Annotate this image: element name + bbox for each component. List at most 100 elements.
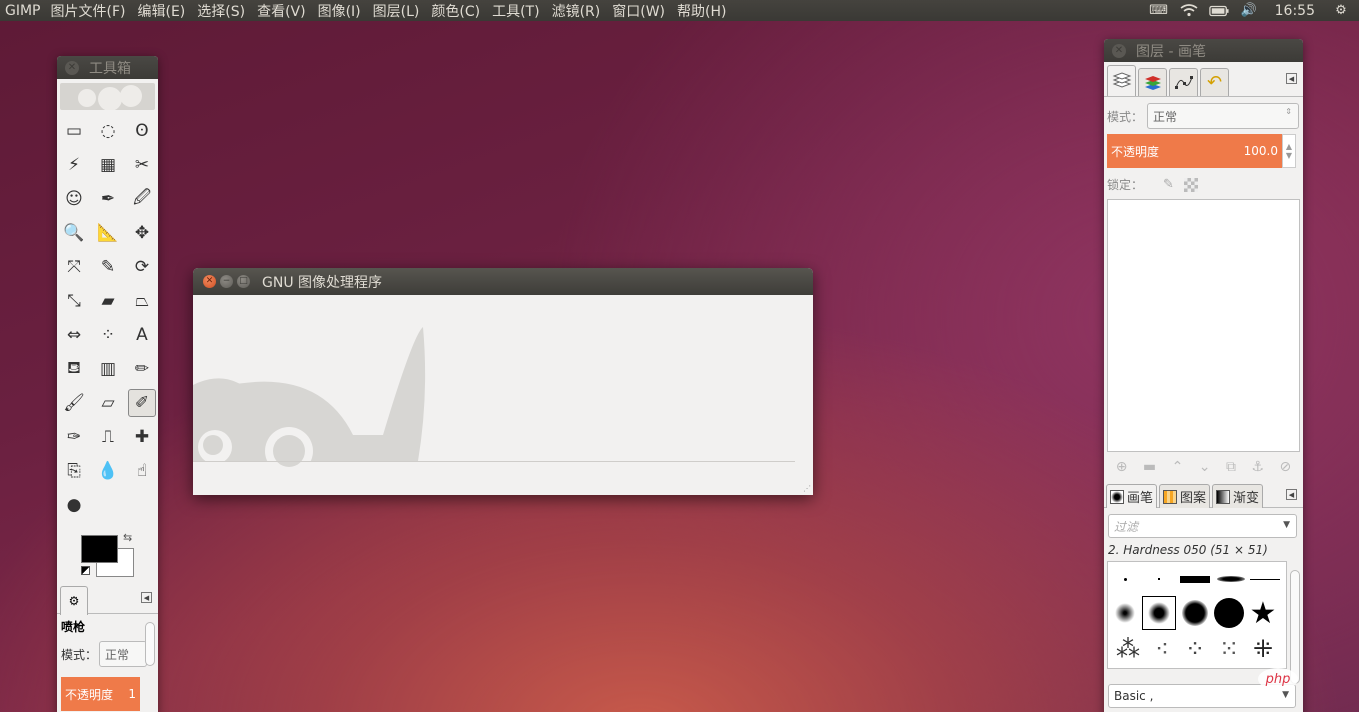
new-layer-icon[interactable]: ⊕	[1116, 459, 1128, 475]
tab-brushes[interactable]: 画笔	[1106, 484, 1158, 508]
menu-item-8[interactable]: 滤镜(R)	[546, 1, 607, 21]
crop-tool-icon[interactable]: ✎	[94, 253, 122, 281]
move-tool-icon[interactable]: ✥	[128, 219, 156, 247]
paintbrush-tool-icon[interactable]: 🖌	[60, 389, 88, 417]
blur-sharpen-tool-icon[interactable]: 💧	[94, 457, 122, 485]
clock[interactable]: 16:55	[1269, 3, 1321, 19]
shear-tool-icon[interactable]: ▰	[94, 287, 122, 315]
dodge-burn-tool-icon[interactable]: ●	[60, 491, 88, 519]
resize-grip-icon[interactable]: ⋰	[803, 484, 811, 493]
separator	[193, 461, 795, 462]
fuzzy-select-tool-icon[interactable]: ⚡	[60, 151, 88, 179]
smudge-tool-icon[interactable]: ☝	[128, 457, 156, 485]
layer-mode-select[interactable]: 正常 ⇕	[1147, 103, 1299, 129]
scissors-select-tool-icon[interactable]: ✂	[128, 151, 156, 179]
close-icon[interactable]: ✕	[1112, 43, 1126, 58]
measure-tool-icon[interactable]: 📐	[94, 219, 122, 247]
cage-transform-tool-icon[interactable]: ⁘	[94, 321, 122, 349]
brush-grid[interactable]: ★ ⁂ ⁖ ⁘ ⁙ ⁜	[1107, 561, 1287, 669]
opacity-slider[interactable]: 不透明度 1	[61, 677, 140, 711]
lock-alpha-icon[interactable]	[1183, 177, 1198, 192]
bucket-fill-tool-icon[interactable]: ⛾	[60, 355, 88, 383]
clone-tool-icon[interactable]: ⎍	[94, 423, 122, 451]
mode-select[interactable]: 正常	[99, 641, 148, 667]
new-group-icon[interactable]: ▬	[1143, 459, 1156, 475]
layer-opacity-slider[interactable]: 不透明度 100.0	[1107, 134, 1282, 168]
align-tool-icon[interactable]: ⤧	[60, 253, 88, 281]
menu-item-6[interactable]: 颜色(C)	[425, 1, 486, 21]
filter-input[interactable]: 过滤 ▼	[1108, 514, 1297, 538]
free-select-tool-icon[interactable]: ʘ	[128, 117, 156, 145]
swap-colors-icon[interactable]: ⇆	[123, 531, 132, 544]
rect-select-tool-icon[interactable]: ▭	[60, 117, 88, 145]
menu-item-10[interactable]: 帮助(H)	[671, 1, 732, 21]
menu-item-5[interactable]: 图层(L)	[367, 1, 426, 21]
flip-tool-icon[interactable]: ⇔	[60, 321, 88, 349]
foreground-select-tool-icon[interactable]: ☺	[60, 185, 88, 213]
zoom-tool-icon[interactable]: 🔍	[60, 219, 88, 247]
gear-icon[interactable]: ⚙	[1331, 3, 1351, 18]
rotate-tool-icon[interactable]: ⟳	[128, 253, 156, 281]
opacity-spin-button[interactable]: ▲ ▼	[1282, 134, 1296, 168]
tab-patterns[interactable]: 图案	[1159, 484, 1211, 508]
app-name[interactable]: GIMP	[0, 3, 45, 19]
layers-tab-icon[interactable]	[1107, 65, 1136, 96]
layer-list[interactable]	[1107, 199, 1300, 452]
default-colors-icon[interactable]	[81, 566, 90, 575]
wifi-icon[interactable]	[1179, 4, 1199, 18]
perspective-clone-tool-icon[interactable]: ⎘	[60, 457, 88, 485]
lower-layer-icon[interactable]: ⌄	[1199, 459, 1211, 475]
tab-menu-icon[interactable]: ◀	[141, 592, 152, 603]
menu-bar: 图片文件(F) 编辑(E) 选择(S) 查看(V) 图像(I) 图层(L) 颜色(C) 工具(…	[45, 1, 733, 21]
undo-tab-icon[interactable]: ↶	[1200, 68, 1229, 96]
duplicate-layer-icon[interactable]: ⧉	[1226, 459, 1236, 475]
airbrush-tool-icon[interactable]: ✐	[128, 389, 156, 417]
foreground-color-swatch[interactable]	[81, 535, 118, 563]
tool-options-tab[interactable]: ⚙	[60, 586, 88, 615]
menu-item-4[interactable]: 图像(I)	[312, 1, 367, 21]
menu-item-0[interactable]: 图片文件(F)	[45, 1, 132, 21]
tab-menu-icon[interactable]: ◀	[1286, 489, 1297, 500]
heal-tool-icon[interactable]: ✚	[128, 423, 156, 451]
minimize-icon[interactable]: −	[220, 275, 233, 288]
channels-tab-icon[interactable]	[1138, 68, 1167, 96]
close-icon[interactable]: ✕	[65, 60, 79, 75]
paths-tool-icon[interactable]: ✒	[94, 185, 122, 213]
blend-tool-icon[interactable]: ▥	[94, 355, 122, 383]
paths-tab-icon[interactable]	[1169, 68, 1198, 96]
close-icon[interactable]: ✕	[203, 275, 216, 288]
spin-icon: ⇕	[1285, 107, 1292, 116]
wilber-drop-zone[interactable]	[60, 83, 155, 110]
menu-item-2[interactable]: 选择(S)	[191, 1, 251, 21]
ellipse-select-tool-icon[interactable]: ◌	[94, 117, 122, 145]
maximize-icon[interactable]: □	[237, 275, 250, 288]
delete-layer-icon[interactable]: ⊘	[1279, 459, 1291, 475]
perspective-tool-icon[interactable]: ⏢	[128, 287, 156, 315]
chevron-down-icon: ▼	[1283, 520, 1290, 530]
layer-opacity-label: 不透明度	[1111, 144, 1160, 159]
brush-scrollbar[interactable]	[1290, 570, 1300, 684]
ink-tool-icon[interactable]: ✑	[60, 423, 88, 451]
scrollbar[interactable]	[145, 622, 155, 666]
system-tray: ⌨ 🔊 16:55 ⚙	[1149, 0, 1359, 21]
raise-layer-icon[interactable]: ⌃	[1172, 459, 1184, 475]
color-select-tool-icon[interactable]: ▦	[94, 151, 122, 179]
text-tool-icon[interactable]: A	[128, 321, 156, 349]
color-picker-tool-icon[interactable]: 🖉	[128, 185, 156, 213]
menu-item-7[interactable]: 工具(T)	[486, 1, 545, 21]
pencil-tool-icon[interactable]: ✏	[128, 355, 156, 383]
keyboard-icon[interactable]: ⌨	[1149, 3, 1169, 18]
tab-gradients[interactable]: 渐变	[1212, 484, 1264, 508]
volume-icon[interactable]: 🔊	[1239, 3, 1259, 18]
menu-item-1[interactable]: 编辑(E)	[131, 1, 191, 21]
canvas-area[interactable]: ⋰	[193, 295, 813, 495]
anchor-layer-icon[interactable]: ⚓	[1251, 459, 1264, 475]
battery-icon[interactable]	[1208, 4, 1229, 18]
toolbox-titlebar: ✕ 工具箱	[57, 56, 158, 79]
lock-pixels-icon[interactable]: ✎	[1163, 177, 1174, 192]
menu-item-9[interactable]: 窗口(W)	[606, 1, 671, 21]
scale-tool-icon[interactable]: ⤡	[60, 287, 88, 315]
menu-item-3[interactable]: 查看(V)	[251, 1, 312, 21]
eraser-tool-icon[interactable]: ▱	[94, 389, 122, 417]
tab-menu-icon[interactable]: ◀	[1286, 73, 1297, 84]
